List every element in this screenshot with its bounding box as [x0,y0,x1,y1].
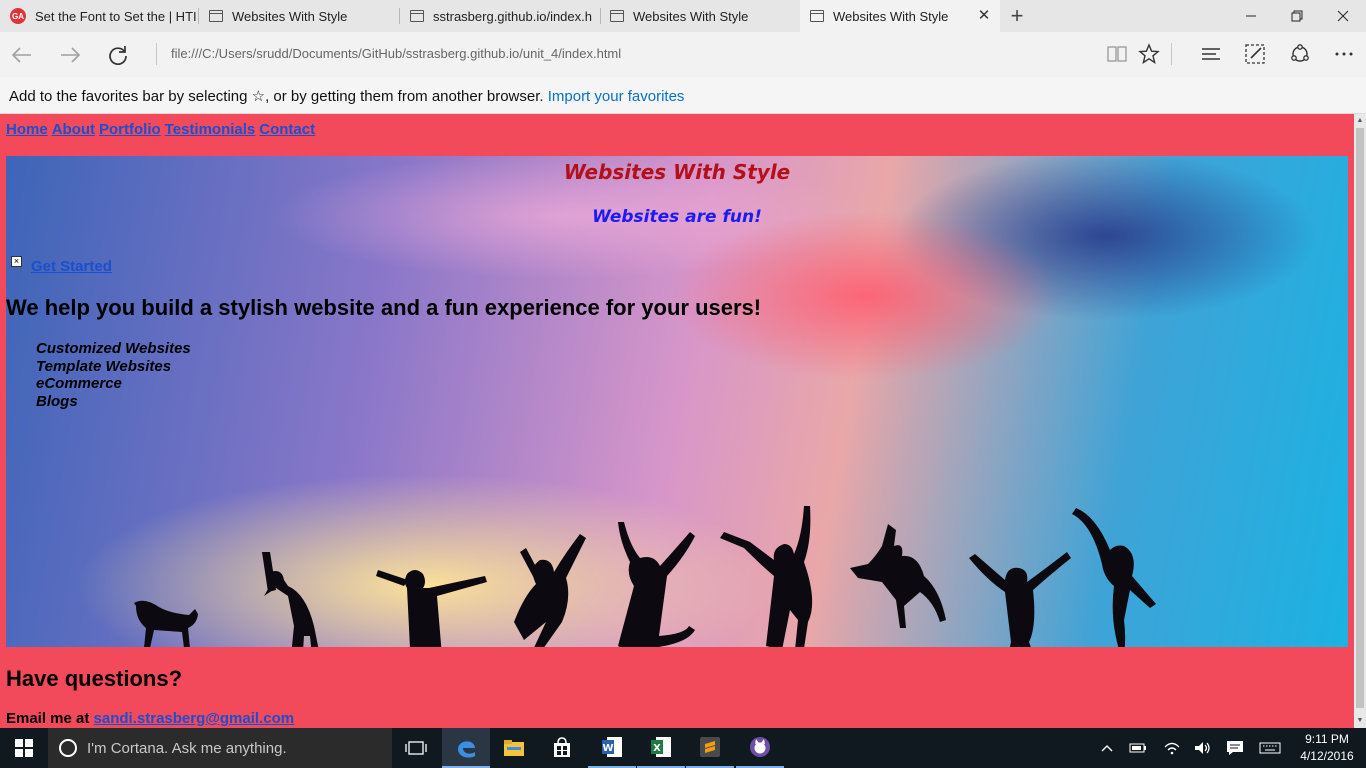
service-item: eCommerce [36,375,122,392]
favorites-message: Add to the favorites bar by selecting ☆,… [9,87,684,105]
more-options-icon[interactable] [1332,43,1356,67]
sublime-text-icon[interactable] [686,728,734,768]
tagline-heading: We help you build a stylish website and … [6,295,762,320]
keyboard-icon[interactable] [1256,728,1284,768]
get-started-link[interactable]: Get Started [31,258,112,275]
navigation-bar: file:///C:/Users/srudd/Documents/GitHub/… [0,32,1366,77]
tab-label: Websites With Style [633,8,749,24]
services-list: Customized Websites Template Websites eC… [36,340,191,410]
page-icon [209,10,223,22]
contact-email-line: Email me at sandi.strasberg@gmail.com [6,710,294,727]
minimize-button[interactable] [1228,0,1274,32]
vertical-scrollbar[interactable]: ▲ ▼ [1354,114,1366,728]
close-tab-icon[interactable]: ✕ [976,8,992,24]
hero-banner: Websites With Style Websites are fun! × … [6,156,1348,647]
page-icon [410,10,424,22]
restore-icon [1291,10,1303,22]
web-note-icon[interactable] [1243,43,1267,67]
word-icon[interactable]: W [588,728,636,768]
github-desktop-icon[interactable] [736,728,784,768]
email-prefix: Email me at [6,710,94,727]
service-item: Blogs [36,392,78,410]
tab-websites-with-style-1[interactable]: Websites With Style [199,0,399,32]
favorite-star-icon[interactable] [1137,43,1161,67]
action-center-icon[interactable] [1222,728,1248,768]
clock-date: 4/12/2016 [1300,749,1354,763]
tab-set-the-font[interactable]: GA Set the Font to Set the | HTI [0,0,198,32]
windows-taskbar: I'm Cortana. Ask me anything. W X 9:11 P… [0,728,1366,768]
nav-link-about[interactable]: About [52,121,95,138]
tab-websites-with-style-2[interactable]: Websites With Style [600,0,800,32]
svg-text:W: W [602,743,613,754]
page-icon [810,10,824,22]
nav-link-testimonials[interactable]: Testimonials [165,121,256,138]
tab-label: Websites With Style [232,8,348,24]
scroll-up-arrow-icon[interactable]: ▲ [1354,114,1366,128]
tab-strip: GA Set the Font to Set the | HTI Website… [0,0,1366,32]
questions-heading: Have questions? [6,666,183,691]
site-title: Websites With Style [563,160,791,184]
excel-icon[interactable]: X [637,728,685,768]
reading-view-icon[interactable] [1105,43,1129,67]
nav-link-contact[interactable]: Contact [259,121,315,138]
task-view-icon[interactable] [392,728,440,768]
service-item: Template Websites [36,357,172,375]
address-field[interactable]: file:///C:/Users/srudd/Documents/GitHub/… [171,46,621,61]
page-icon [610,10,624,22]
import-favorites-link[interactable]: Import your favorites [548,88,685,105]
hub-icon[interactable] [1199,43,1223,67]
cortana-icon [59,739,77,757]
nav-link-home[interactable]: Home [6,121,48,138]
restore-button[interactable] [1274,0,1320,32]
forward-arrow-icon[interactable] [57,42,83,68]
cortana-placeholder: I'm Cortana. Ask me anything. [87,739,287,757]
tab-sstrasberg-index[interactable]: sstrasberg.github.io/index.h [400,0,600,32]
start-button[interactable] [0,728,48,768]
nav-link-portfolio[interactable]: Portfolio [99,121,161,138]
tab-label: sstrasberg.github.io/index.h [433,8,592,24]
close-icon [1337,10,1349,22]
toolbar-divider [1171,43,1172,65]
page-viewport: Home About Portfolio Testimonials Contact [0,114,1354,728]
address-divider [156,43,157,65]
wifi-icon[interactable] [1160,728,1184,768]
edge-browser-icon[interactable] [442,728,490,768]
scroll-thumb[interactable] [1356,128,1364,708]
windows-logo-icon [15,739,33,757]
share-icon[interactable] [1288,43,1312,67]
favorites-bar: Add to the favorites bar by selecting ☆,… [0,77,1366,114]
site-navigation: Home About Portfolio Testimonials Contact [6,121,319,138]
site-subtitle: Websites are fun! [592,207,762,227]
tab-label: Set the Font to Set the | HTI [35,8,197,24]
file-explorer-icon[interactable] [490,728,538,768]
show-hidden-icons-chevron-icon[interactable] [1096,728,1118,768]
close-window-button[interactable] [1320,0,1366,32]
volume-icon[interactable] [1190,728,1214,768]
battery-icon[interactable] [1126,728,1150,768]
clock-time: 9:11 PM [1305,732,1349,746]
system-clock[interactable]: 9:11 PM 4/12/2016 [1296,731,1358,765]
red-app-icon: GA [10,8,26,24]
cortana-search-box[interactable]: I'm Cortana. Ask me anything. [48,728,392,768]
email-link[interactable]: sandi.strasberg@gmail.com [94,710,295,727]
jumping-people-silhouette-image [134,506,1156,647]
service-item: Customized Websites [36,340,191,357]
store-icon[interactable] [538,728,586,768]
broken-image-icon: × [11,256,22,267]
new-tab-plus-icon[interactable]: + [1006,4,1028,28]
favorites-hint-text: Add to the favorites bar by selecting ☆,… [9,88,548,105]
tab-websites-with-style-active[interactable]: Websites With Style ✕ [800,0,1000,32]
svg-text:X: X [653,743,661,754]
scroll-down-arrow-icon[interactable]: ▼ [1354,714,1366,728]
refresh-icon[interactable] [105,42,131,68]
tab-label: Websites With Style [833,8,949,24]
minimize-icon [1246,15,1256,17]
back-arrow-icon[interactable] [9,42,35,68]
